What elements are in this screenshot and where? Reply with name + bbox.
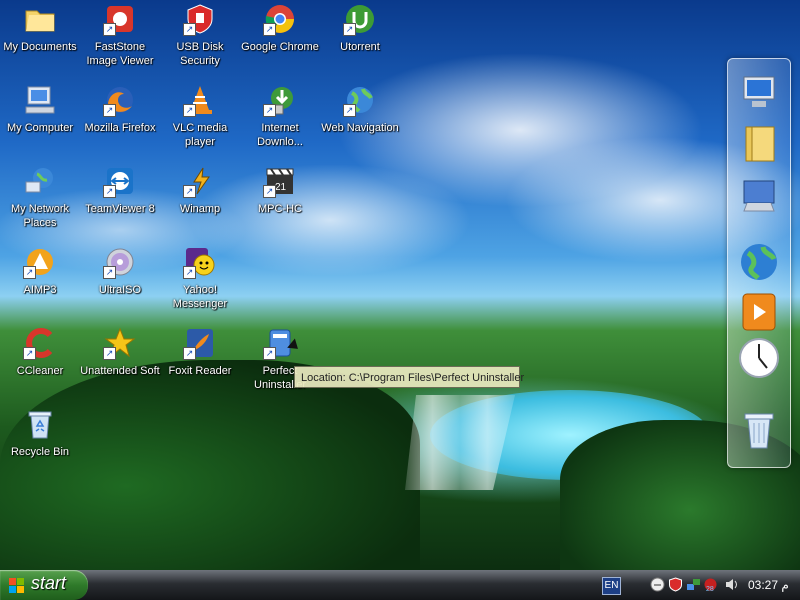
dock-globe-icon[interactable]	[738, 241, 780, 283]
dock-folder-icon[interactable]	[738, 123, 780, 165]
desktop-icon-faststone[interactable]: ↗ FastStone Image Viewer	[80, 2, 160, 68]
desktop-icon-mpc-hc[interactable]: 21 ↗ MPC-HC	[240, 164, 320, 216]
desktop-icon-usb-disk-security[interactable]: ↗ USB Disk Security	[160, 2, 240, 68]
usb-shield-icon: ↗	[183, 2, 217, 36]
star-icon: ↗	[103, 326, 137, 360]
yahoo-smiley-icon: ↗	[183, 245, 217, 279]
desktop: My Documents ↗ FastStone Image Viewer ↗ …	[0, 0, 800, 570]
waterfall-background	[405, 395, 515, 490]
vlc-cone-icon: ↗	[183, 83, 217, 117]
shortcut-arrow-icon: ↗	[183, 23, 196, 36]
desktop-icon-web-navigation[interactable]: ↗ Web Navigation	[320, 83, 400, 135]
desktop-icon-internet-download[interactable]: ↗ Internet Downlo...	[240, 83, 320, 149]
ccleaner-icon: ↗	[23, 326, 57, 360]
tray-antivirus-icon[interactable]: 28	[703, 577, 718, 593]
winamp-icon: ↗	[183, 164, 217, 198]
system-clock[interactable]: 03:27 م	[748, 578, 789, 592]
svg-text:21: 21	[275, 182, 287, 193]
dock-monitor-icon[interactable]	[738, 71, 780, 113]
shortcut-arrow-icon: ↗	[23, 347, 36, 360]
recycle-bin-icon	[23, 407, 57, 441]
desktop-icon-vlc[interactable]: ↗ VLC media player	[160, 83, 240, 149]
teamviewer-icon: ↗	[103, 164, 137, 198]
shortcut-arrow-icon: ↗	[103, 104, 116, 117]
desktop-icon-recycle-bin[interactable]: Recycle Bin	[0, 407, 80, 459]
desktop-icon-utorrent[interactable]: ↗ Utorrent	[320, 2, 400, 54]
dock-clock-icon[interactable]	[738, 337, 780, 379]
windows-flag-icon	[9, 578, 24, 593]
desktop-icon-ultraiso[interactable]: ↗ UltraISO	[80, 245, 160, 297]
desktop-icon-ccleaner[interactable]: ↗ CCleaner	[0, 326, 80, 378]
shortcut-arrow-icon: ↗	[263, 23, 276, 36]
faststone-icon: ↗	[103, 2, 137, 36]
shortcut-arrow-icon: ↗	[263, 104, 276, 117]
desktop-icon-unattended-soft[interactable]: ↗ Unattended Soft	[80, 326, 160, 378]
desktop-icon-foxit-reader[interactable]: ↗ Foxit Reader	[160, 326, 240, 378]
dock-control-panel-icon[interactable]	[738, 173, 780, 215]
dock-trash-icon[interactable]	[738, 409, 780, 451]
desktop-icon-aimp3[interactable]: ↗ AIMP3	[0, 245, 80, 297]
desktop-icon-winamp[interactable]: ↗ Winamp	[160, 164, 240, 216]
utorrent-icon: ↗	[343, 2, 377, 36]
tray-network-icon[interactable]	[686, 577, 701, 592]
shortcut-arrow-icon: ↗	[183, 347, 196, 360]
taskbar: start EN 28 03:27 م	[0, 570, 800, 600]
shortcut-arrow-icon: ↗	[183, 104, 196, 117]
desktop-icon-my-network-places[interactable]: My Network Places	[0, 164, 80, 230]
shortcut-arrow-icon: ↗	[183, 185, 196, 198]
language-indicator[interactable]: EN	[602, 577, 621, 595]
shortcut-arrow-icon: ↗	[103, 266, 116, 279]
dock-media-player-icon[interactable]	[738, 291, 780, 333]
globe-icon: ↗	[343, 83, 377, 117]
shortcut-arrow-icon: ↗	[103, 347, 116, 360]
film-clapper-icon: 21 ↗	[263, 164, 297, 198]
shortcut-arrow-icon: ↗	[263, 347, 276, 360]
tray-volume-icon[interactable]	[724, 577, 739, 592]
shortcut-arrow-icon: ↗	[183, 266, 196, 279]
location-tooltip: Location: C:\Program Files\Perfect Unins…	[294, 366, 524, 388]
shortcut-arrow-icon: ↗	[343, 23, 356, 36]
desktop-icon-google-chrome[interactable]: ↗ Google Chrome	[240, 2, 320, 54]
shortcut-arrow-icon: ↗	[103, 185, 116, 198]
start-label: start	[31, 573, 67, 593]
download-manager-icon: ↗	[263, 83, 297, 117]
desktop-icon-yahoo-messenger[interactable]: ↗ Yahoo! Messenger	[160, 245, 240, 311]
desktop-icon-my-documents[interactable]: My Documents	[0, 2, 80, 54]
desktop-icon-teamviewer[interactable]: ↗ TeamViewer 8	[80, 164, 160, 216]
tray-shield-icon[interactable]	[668, 577, 683, 592]
firefox-icon: ↗	[103, 83, 137, 117]
forest-background	[0, 360, 420, 570]
start-button[interactable]: start	[0, 570, 88, 600]
shortcut-arrow-icon: ↗	[343, 104, 356, 117]
chrome-icon: ↗	[263, 2, 297, 36]
desktop-icon-my-computer[interactable]: My Computer	[0, 83, 80, 135]
foxit-icon: ↗	[183, 326, 217, 360]
network-icon	[23, 164, 57, 198]
shortcut-arrow-icon: ↗	[263, 185, 276, 198]
svg-text:28: 28	[706, 586, 714, 592]
desktop-icon-mozilla-firefox[interactable]: ↗ Mozilla Firefox	[80, 83, 160, 135]
tray-smiley-icon[interactable]	[650, 577, 665, 592]
aimp-icon: ↗	[23, 245, 57, 279]
shortcut-arrow-icon: ↗	[23, 266, 36, 279]
disc-icon: ↗	[103, 245, 137, 279]
shortcut-arrow-icon: ↗	[103, 23, 116, 36]
computer-icon	[23, 83, 57, 117]
folder-icon	[23, 2, 57, 36]
side-dock	[727, 58, 791, 468]
